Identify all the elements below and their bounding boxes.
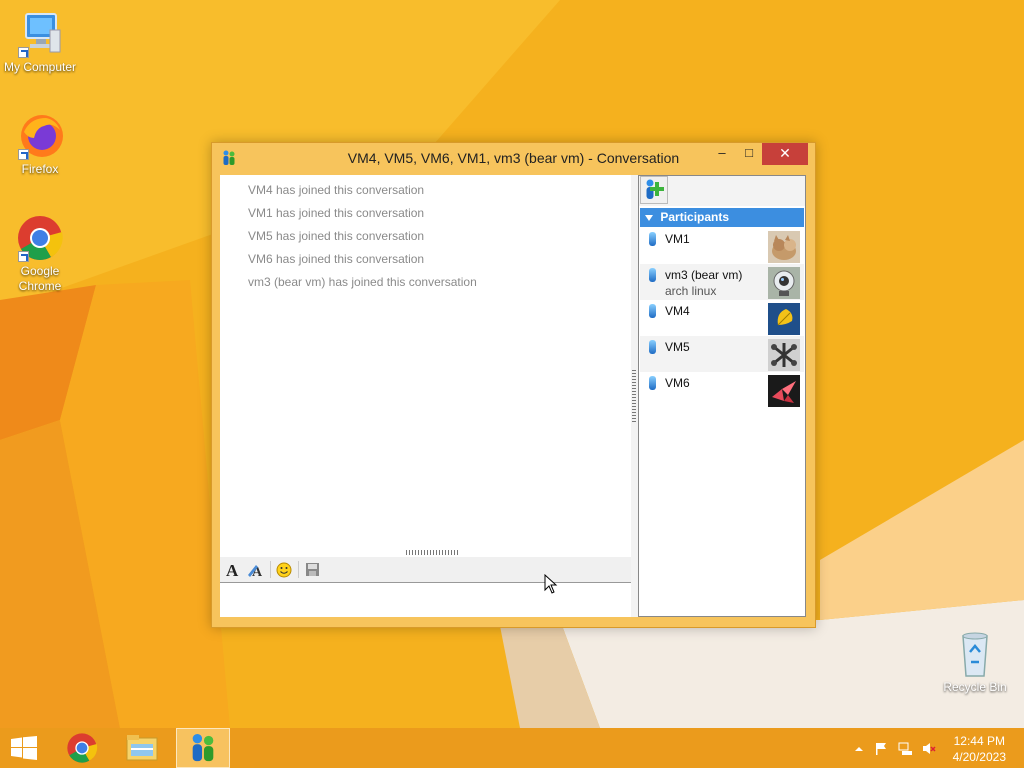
horizontal-splitter-grip[interactable] bbox=[406, 550, 460, 555]
format-toolbar: A A bbox=[220, 550, 631, 583]
chat-message: vm3 (bear vm) has joined this conversati… bbox=[248, 275, 477, 289]
taskbar-chrome[interactable] bbox=[56, 728, 108, 768]
taskbar-messenger-active[interactable] bbox=[176, 728, 230, 768]
chat-message: VM4 has joined this conversation bbox=[248, 183, 425, 197]
desktop-icon-chrome[interactable]: Google Chrome bbox=[0, 214, 80, 294]
participant-name: VM5 bbox=[665, 340, 690, 354]
chrome-icon bbox=[67, 733, 98, 763]
participant-row[interactable]: VM1 bbox=[640, 228, 804, 264]
start-button[interactable] bbox=[0, 728, 48, 768]
close-button[interactable]: ✕ bbox=[762, 143, 808, 165]
network-icon[interactable] bbox=[898, 742, 912, 755]
mouse-cursor-icon bbox=[544, 574, 558, 594]
desktop-icon-firefox[interactable]: Firefox bbox=[0, 112, 80, 177]
recycle-bin-icon bbox=[951, 630, 999, 678]
participant-row[interactable]: vm3 (bear vm) arch linux bbox=[640, 264, 804, 300]
participants-header[interactable]: Participants bbox=[640, 208, 804, 227]
contact-status-icon bbox=[649, 340, 656, 354]
maximize-button[interactable]: □ bbox=[736, 143, 762, 165]
title-bar[interactable]: VM4, VM5, VM6, VM1, vm3 (bear vm) - Conv… bbox=[212, 143, 815, 173]
chat-message: VM5 has joined this conversation bbox=[248, 229, 425, 243]
desktop-icon-label: Firefox bbox=[21, 162, 59, 176]
contact-status-icon bbox=[649, 268, 656, 282]
show-hidden-icons-chevron-icon[interactable] bbox=[852, 742, 866, 755]
contact-status-icon bbox=[649, 232, 656, 246]
save-icon[interactable] bbox=[305, 562, 320, 577]
action-center-flag-icon[interactable] bbox=[874, 742, 888, 755]
participant-name: VM4 bbox=[665, 304, 690, 318]
add-participant-button[interactable] bbox=[640, 176, 668, 204]
participants-header-label: Participants bbox=[660, 210, 730, 224]
windows-logo-icon bbox=[11, 736, 37, 760]
desktop-icon-label: My Computer bbox=[3, 60, 77, 74]
participant-status-message: arch linux bbox=[665, 284, 717, 298]
participant-name: vm3 (bear vm) bbox=[665, 268, 743, 282]
font-icon[interactable]: A bbox=[225, 562, 241, 578]
font-color-icon[interactable]: A bbox=[247, 561, 265, 579]
taskbar-file-explorer[interactable] bbox=[116, 728, 168, 768]
chat-message: VM1 has joined this conversation bbox=[248, 206, 425, 220]
webcam-avatar bbox=[768, 267, 800, 299]
clock[interactable]: 12:44 PM 4/20/2023 bbox=[953, 733, 1006, 765]
chrome-icon bbox=[16, 214, 64, 262]
contact-status-icon bbox=[649, 304, 656, 318]
participant-name: VM1 bbox=[665, 232, 690, 246]
participant-row[interactable]: VM6 bbox=[640, 372, 804, 408]
firefox-icon bbox=[16, 112, 64, 160]
origami-crane-avatar bbox=[768, 375, 800, 407]
folder-icon bbox=[126, 735, 158, 761]
volume-muted-icon[interactable] bbox=[922, 742, 936, 755]
taskbar: 12:44 PM 4/20/2023 bbox=[0, 728, 1024, 768]
conversation-window[interactable]: VM4, VM5, VM6, VM1, vm3 (bear vm) - Conv… bbox=[211, 142, 816, 628]
messenger-app-icon bbox=[192, 733, 214, 762]
desktop-icon-label: Recycle Bin bbox=[943, 680, 1007, 694]
message-input[interactable] bbox=[220, 583, 631, 617]
clock-date: 4/20/2023 bbox=[952, 750, 1006, 764]
participant-row[interactable]: VM4 bbox=[640, 300, 804, 336]
chat-message: VM6 has joined this conversation bbox=[248, 252, 425, 266]
emoticon-icon[interactable] bbox=[276, 562, 292, 578]
participant-name: VM6 bbox=[665, 376, 690, 390]
clock-time: 12:44 PM bbox=[953, 734, 1005, 748]
contact-status-icon bbox=[649, 376, 656, 390]
desktop-icon-recycle-bin[interactable]: Recycle Bin bbox=[935, 630, 1015, 695]
vertical-splitter-grip[interactable] bbox=[632, 370, 636, 422]
computer-icon bbox=[16, 10, 64, 58]
leaf-avatar bbox=[768, 303, 800, 335]
participant-row[interactable]: VM5 bbox=[640, 336, 804, 372]
svg-text:A: A bbox=[226, 562, 239, 578]
jacks-avatar bbox=[768, 339, 800, 371]
kitten-avatar bbox=[768, 231, 800, 263]
minimize-button[interactable]: – bbox=[710, 143, 734, 165]
desktop-icon-my-computer[interactable]: My Computer bbox=[0, 10, 80, 75]
desktop-icon-label: Google Chrome bbox=[18, 264, 62, 293]
collapse-arrow-icon bbox=[645, 215, 653, 221]
add-contact-icon bbox=[646, 179, 664, 199]
